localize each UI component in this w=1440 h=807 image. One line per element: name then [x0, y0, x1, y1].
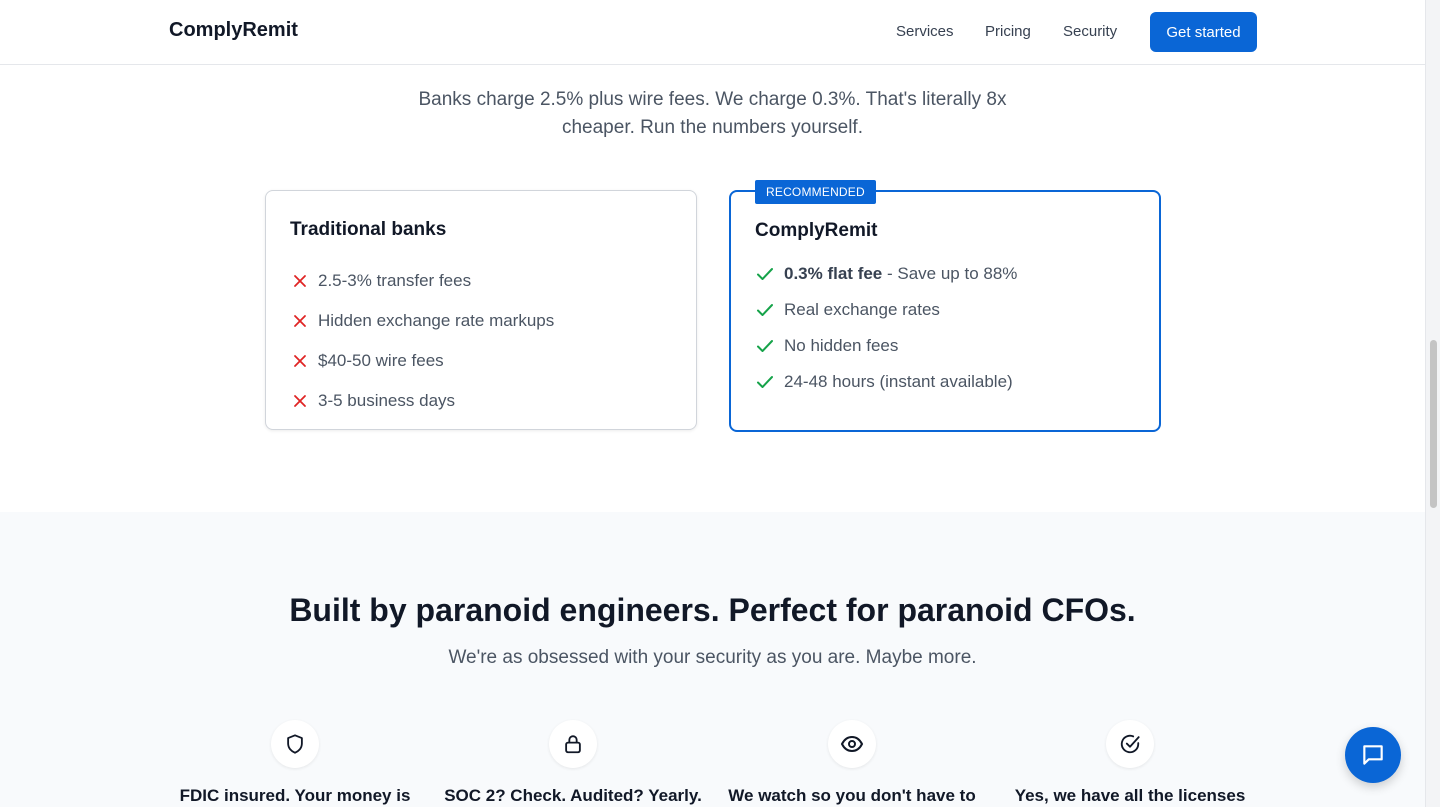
- brand-logo[interactable]: ComplyRemit: [169, 19, 298, 42]
- savings-text: - Save up to 88%: [882, 264, 1018, 283]
- list-item-text: Hidden exchange rate markups: [318, 311, 555, 330]
- list-item-text: 0.3% flat fee - Save up to 88%: [784, 264, 1017, 284]
- check-circle-icon: [1106, 720, 1154, 768]
- list-item-text: No hidden fees: [784, 336, 899, 355]
- page: ComplyRemit Services Pricing Security Ge…: [0, 0, 1425, 807]
- feature-title: SOC 2? Check. Audited? Yearly.: [444, 786, 702, 805]
- check-icon: [755, 264, 775, 284]
- list-item: No hidden fees: [755, 328, 1017, 364]
- nav-link-services[interactable]: Services: [896, 23, 954, 40]
- feature-title: FDIC insured. Your money is: [179, 786, 411, 805]
- feature-title: Yes, we have all the licenses: [1014, 786, 1246, 805]
- recommended-badge: RECOMMENDED: [755, 180, 876, 204]
- feature-fdic: FDIC insured. Your money is: [160, 720, 430, 806]
- security-section: Built by paranoid engineers. Perfect for…: [0, 512, 1425, 807]
- lock-icon: [549, 720, 597, 768]
- cross-icon: [290, 311, 310, 331]
- cross-icon: [290, 391, 310, 411]
- list-item-text: $40-50 wire fees: [318, 351, 444, 370]
- list-item-text: Real exchange rates: [784, 300, 940, 319]
- list-item-text: 3-5 business days: [318, 391, 456, 410]
- list-item-text: 2.5-3% transfer fees: [318, 271, 472, 290]
- feature-licenses: Yes, we have all the licenses: [995, 720, 1265, 806]
- complyremit-card: RECOMMENDED ComplyRemit 0.3% flat fee - …: [729, 180, 1161, 432]
- security-subtitle: We're as obsessed with your security as …: [448, 647, 977, 668]
- check-icon: [755, 372, 775, 392]
- traditional-banks-card: Traditional banks 2.5-3% transfer fees H…: [265, 190, 697, 430]
- list-item: $40-50 wire fees: [290, 341, 554, 381]
- list-item: Hidden exchange rate markups: [290, 301, 554, 341]
- list-item: 3-5 business days: [290, 381, 554, 421]
- shield-icon: [271, 720, 319, 768]
- list-item: 0.3% flat fee - Save up to 88%: [755, 256, 1017, 292]
- banks-feature-list: 2.5-3% transfer fees Hidden exchange rat…: [290, 261, 554, 421]
- list-item: Real exchange rates: [755, 292, 1017, 328]
- cross-icon: [290, 351, 310, 371]
- list-item: 2.5-3% transfer fees: [290, 261, 554, 301]
- check-icon: [755, 300, 775, 320]
- nav-link-security[interactable]: Security: [1063, 23, 1117, 40]
- card-title: ComplyRemit: [755, 220, 878, 241]
- security-title: Built by paranoid engineers. Perfect for…: [289, 592, 1136, 628]
- check-icon: [755, 336, 775, 356]
- page-scrollbar[interactable]: [1425, 0, 1440, 807]
- top-nav: ComplyRemit Services Pricing Security Ge…: [0, 0, 1425, 65]
- list-item: 24-48 hours (instant available): [755, 364, 1017, 400]
- scrollbar-thumb[interactable]: [1430, 340, 1437, 508]
- cross-icon: [290, 271, 310, 291]
- chat-bubble-icon: [1363, 745, 1383, 765]
- comply-feature-list: 0.3% flat fee - Save up to 88% Real exch…: [755, 256, 1017, 400]
- card-title: Traditional banks: [290, 219, 447, 240]
- eye-icon: [828, 720, 876, 768]
- nav-link-pricing[interactable]: Pricing: [985, 23, 1031, 40]
- feature-title: We watch so you don't have to: [728, 786, 976, 805]
- feature-monitoring: We watch so you don't have to: [717, 720, 987, 806]
- get-started-button[interactable]: Get started: [1150, 12, 1257, 52]
- chat-button[interactable]: [1345, 727, 1401, 783]
- pricing-subtitle: Banks charge 2.5% plus wire fees. We cha…: [418, 89, 1007, 138]
- flat-fee-highlight: 0.3% flat fee: [784, 264, 883, 283]
- list-item-text: 24-48 hours (instant available): [784, 372, 1013, 391]
- feature-soc2: SOC 2? Check. Audited? Yearly.: [438, 720, 708, 806]
